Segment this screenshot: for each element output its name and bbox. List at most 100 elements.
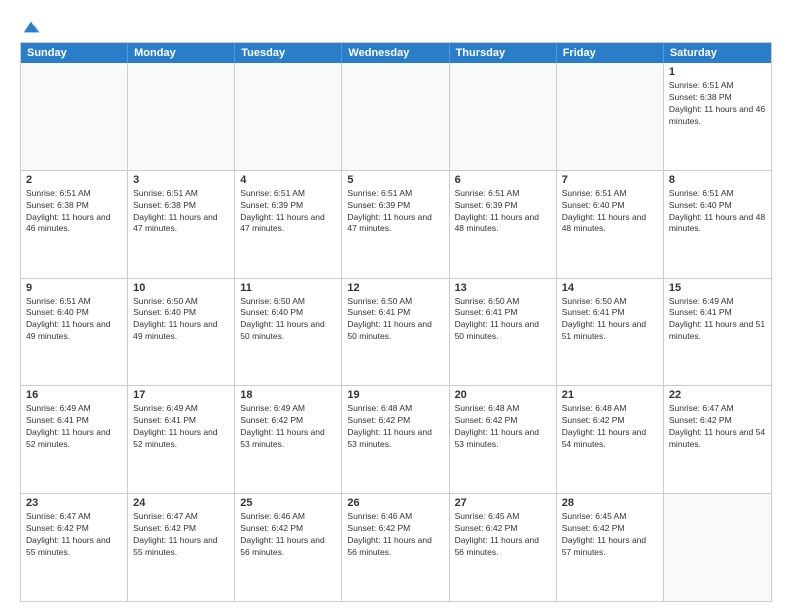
- day-number: 13: [455, 282, 551, 294]
- day-info: Sunrise: 6:45 AM Sunset: 6:42 PM Dayligh…: [455, 511, 551, 559]
- calendar-cell: 9Sunrise: 6:51 AM Sunset: 6:40 PM Daylig…: [21, 279, 128, 386]
- day-info: Sunrise: 6:48 AM Sunset: 6:42 PM Dayligh…: [347, 403, 443, 451]
- day-number: 17: [133, 389, 229, 401]
- day-number: 23: [26, 497, 122, 509]
- calendar-cell: [235, 63, 342, 170]
- day-info: Sunrise: 6:47 AM Sunset: 6:42 PM Dayligh…: [26, 511, 122, 559]
- day-info: Sunrise: 6:50 AM Sunset: 6:40 PM Dayligh…: [133, 296, 229, 344]
- day-info: Sunrise: 6:49 AM Sunset: 6:41 PM Dayligh…: [26, 403, 122, 451]
- calendar-cell: [557, 63, 664, 170]
- header: [20, 16, 772, 36]
- calendar-cell: 11Sunrise: 6:50 AM Sunset: 6:40 PM Dayli…: [235, 279, 342, 386]
- calendar-cell: 27 Sunrise: 6:45 AM Sunset: 6:42 PM Dayli…: [450, 494, 557, 601]
- calendar-cell: 13 Sunrise: 6:50 AM Sunset: 6:41 PM Dayli…: [450, 279, 557, 386]
- calendar-cell: 7 Sunrise: 6:51 AM Sunset: 6:40 PM Daylig…: [557, 171, 664, 278]
- calendar-cell: 24 Sunrise: 6:47 AM Sunset: 6:42 PM Dayli…: [128, 494, 235, 601]
- day-info: Sunrise: 6:45 AM Sunset: 6:42 PM Dayligh…: [562, 511, 658, 559]
- day-number: 28: [562, 497, 658, 509]
- day-info: Sunrise: 6:49 AM Sunset: 6:42 PM Dayligh…: [240, 403, 336, 451]
- calendar: SundayMondayTuesdayWednesdayThursdayFrid…: [20, 42, 772, 602]
- calendar-cell: 19 Sunrise: 6:48 AM Sunset: 6:42 PM Dayli…: [342, 386, 449, 493]
- calendar-row: 16 Sunrise: 6:49 AM Sunset: 6:41 PM Dayli…: [21, 385, 771, 493]
- weekday-header: Wednesday: [342, 43, 449, 63]
- calendar-row: 9Sunrise: 6:51 AM Sunset: 6:40 PM Daylig…: [21, 278, 771, 386]
- day-info: Sunrise: 6:50 AM Sunset: 6:40 PM Dayligh…: [240, 296, 336, 344]
- day-info: Sunrise: 6:46 AM Sunset: 6:42 PM Dayligh…: [240, 511, 336, 559]
- day-number: 16: [26, 389, 122, 401]
- calendar-body: 1 Sunrise: 6:51 AM Sunset: 6:38 PM Daylig…: [21, 63, 771, 601]
- calendar-cell: 28 Sunrise: 6:45 AM Sunset: 6:42 PM Dayli…: [557, 494, 664, 601]
- calendar-cell: 3 Sunrise: 6:51 AM Sunset: 6:38 PM Daylig…: [128, 171, 235, 278]
- day-number: 27: [455, 497, 551, 509]
- day-info: Sunrise: 6:51 AM Sunset: 6:40 PM Dayligh…: [26, 296, 122, 344]
- day-info: Sunrise: 6:51 AM Sunset: 6:39 PM Dayligh…: [240, 188, 336, 236]
- calendar-cell: 16 Sunrise: 6:49 AM Sunset: 6:41 PM Dayli…: [21, 386, 128, 493]
- logo-icon: [22, 18, 40, 36]
- day-info: Sunrise: 6:51 AM Sunset: 6:38 PM Dayligh…: [133, 188, 229, 236]
- calendar-cell: 8 Sunrise: 6:51 AM Sunset: 6:40 PM Daylig…: [664, 171, 771, 278]
- day-number: 6: [455, 174, 551, 186]
- day-info: Sunrise: 6:51 AM Sunset: 6:38 PM Dayligh…: [669, 80, 766, 128]
- calendar-cell: 18 Sunrise: 6:49 AM Sunset: 6:42 PM Dayli…: [235, 386, 342, 493]
- day-number: 1: [669, 66, 766, 78]
- calendar-cell: [128, 63, 235, 170]
- day-info: Sunrise: 6:51 AM Sunset: 6:38 PM Dayligh…: [26, 188, 122, 236]
- day-info: Sunrise: 6:49 AM Sunset: 6:41 PM Dayligh…: [133, 403, 229, 451]
- calendar-cell: [450, 63, 557, 170]
- day-number: 26: [347, 497, 443, 509]
- logo: [20, 16, 40, 36]
- day-info: Sunrise: 6:48 AM Sunset: 6:42 PM Dayligh…: [562, 403, 658, 451]
- calendar-cell: 5 Sunrise: 6:51 AM Sunset: 6:39 PM Daylig…: [342, 171, 449, 278]
- day-info: Sunrise: 6:47 AM Sunset: 6:42 PM Dayligh…: [133, 511, 229, 559]
- weekday-header: Saturday: [664, 43, 771, 63]
- weekday-header: Monday: [128, 43, 235, 63]
- calendar-cell: [664, 494, 771, 601]
- day-info: Sunrise: 6:50 AM Sunset: 6:41 PM Dayligh…: [562, 296, 658, 344]
- calendar-cell: 12 Sunrise: 6:50 AM Sunset: 6:41 PM Dayli…: [342, 279, 449, 386]
- day-number: 2: [26, 174, 122, 186]
- weekday-header: Sunday: [21, 43, 128, 63]
- day-info: Sunrise: 6:51 AM Sunset: 6:40 PM Dayligh…: [669, 188, 766, 236]
- day-number: 4: [240, 174, 336, 186]
- day-info: Sunrise: 6:47 AM Sunset: 6:42 PM Dayligh…: [669, 403, 766, 451]
- page: SundayMondayTuesdayWednesdayThursdayFrid…: [0, 0, 792, 612]
- calendar-cell: 2 Sunrise: 6:51 AM Sunset: 6:38 PM Daylig…: [21, 171, 128, 278]
- day-number: 24: [133, 497, 229, 509]
- day-info: Sunrise: 6:51 AM Sunset: 6:39 PM Dayligh…: [347, 188, 443, 236]
- weekday-header: Friday: [557, 43, 664, 63]
- day-info: Sunrise: 6:48 AM Sunset: 6:42 PM Dayligh…: [455, 403, 551, 451]
- day-info: Sunrise: 6:51 AM Sunset: 6:39 PM Dayligh…: [455, 188, 551, 236]
- day-number: 5: [347, 174, 443, 186]
- day-number: 21: [562, 389, 658, 401]
- weekday-header: Tuesday: [235, 43, 342, 63]
- day-info: Sunrise: 6:51 AM Sunset: 6:40 PM Dayligh…: [562, 188, 658, 236]
- calendar-header: SundayMondayTuesdayWednesdayThursdayFrid…: [21, 43, 771, 63]
- day-info: Sunrise: 6:50 AM Sunset: 6:41 PM Dayligh…: [347, 296, 443, 344]
- day-number: 8: [669, 174, 766, 186]
- calendar-cell: 26Sunrise: 6:46 AM Sunset: 6:42 PM Dayli…: [342, 494, 449, 601]
- calendar-cell: 6 Sunrise: 6:51 AM Sunset: 6:39 PM Daylig…: [450, 171, 557, 278]
- calendar-cell: 23 Sunrise: 6:47 AM Sunset: 6:42 PM Dayli…: [21, 494, 128, 601]
- day-number: 18: [240, 389, 336, 401]
- weekday-header: Thursday: [450, 43, 557, 63]
- calendar-cell: 1 Sunrise: 6:51 AM Sunset: 6:38 PM Daylig…: [664, 63, 771, 170]
- day-number: 25: [240, 497, 336, 509]
- calendar-cell: 21 Sunrise: 6:48 AM Sunset: 6:42 PM Dayli…: [557, 386, 664, 493]
- day-number: 20: [455, 389, 551, 401]
- day-number: 19: [347, 389, 443, 401]
- day-number: 12: [347, 282, 443, 294]
- day-number: 22: [669, 389, 766, 401]
- calendar-cell: 25 Sunrise: 6:46 AM Sunset: 6:42 PM Dayli…: [235, 494, 342, 601]
- calendar-cell: 20 Sunrise: 6:48 AM Sunset: 6:42 PM Dayli…: [450, 386, 557, 493]
- calendar-cell: 10 Sunrise: 6:50 AM Sunset: 6:40 PM Dayli…: [128, 279, 235, 386]
- calendar-cell: [21, 63, 128, 170]
- calendar-cell: [342, 63, 449, 170]
- day-number: 15: [669, 282, 766, 294]
- day-info: Sunrise: 6:50 AM Sunset: 6:41 PM Dayligh…: [455, 296, 551, 344]
- calendar-cell: 4 Sunrise: 6:51 AM Sunset: 6:39 PM Daylig…: [235, 171, 342, 278]
- calendar-cell: 22 Sunrise: 6:47 AM Sunset: 6:42 PM Dayli…: [664, 386, 771, 493]
- day-number: 7: [562, 174, 658, 186]
- calendar-row: 1 Sunrise: 6:51 AM Sunset: 6:38 PM Daylig…: [21, 63, 771, 170]
- day-number: 10: [133, 282, 229, 294]
- day-number: 3: [133, 174, 229, 186]
